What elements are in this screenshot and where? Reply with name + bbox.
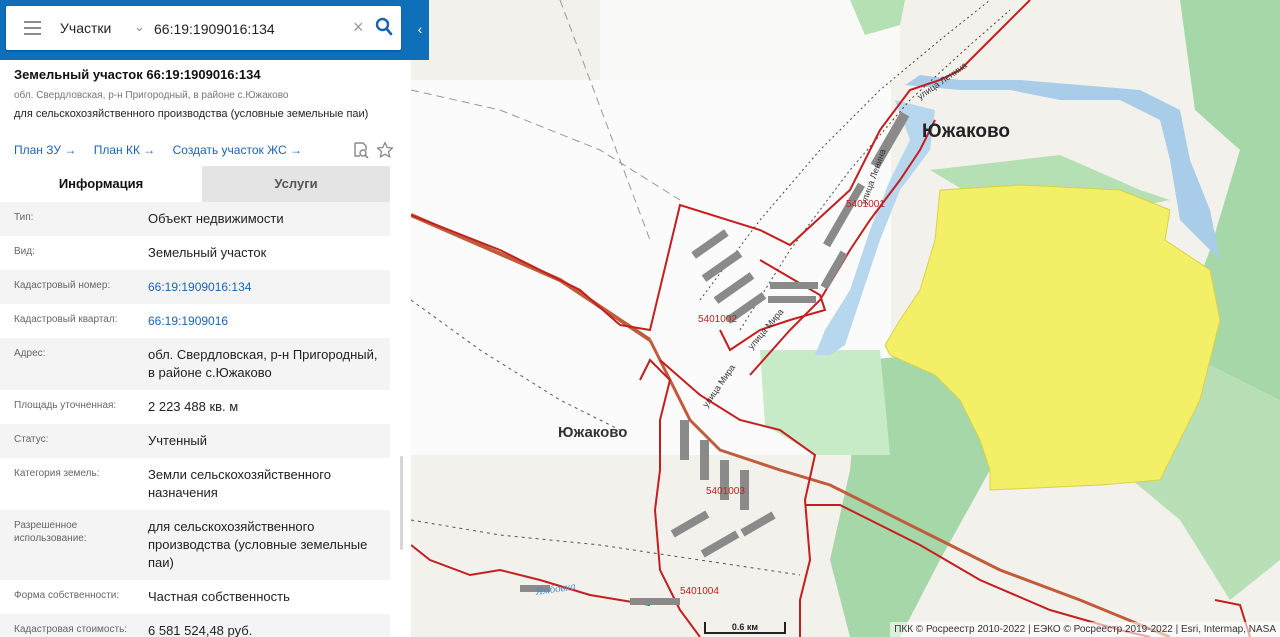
attr-value: Земельный участок — [148, 245, 267, 260]
tabs: Информация Услуги — [0, 166, 390, 202]
village-label: Южаково — [558, 424, 627, 441]
village-label: Южаково — [922, 121, 1010, 142]
document-search-icon[interactable] — [352, 141, 370, 159]
create-parcel-link[interactable]: Создать участок ЖС → — [173, 143, 302, 157]
attr-value: для сельскохозяйственного производства (… — [148, 519, 368, 570]
attr-value: 6 581 524,48 руб. — [148, 623, 253, 637]
attr-label: Адрес: — [14, 348, 46, 359]
attr-label: Тип: — [14, 212, 34, 223]
tab-services[interactable]: Услуги — [202, 166, 390, 202]
parcel-address-subtitle: обл. Свердловская, р-н Пригородный, в ра… — [14, 90, 289, 101]
attr-row-land-category: Категория земель: Земли сельскохозяйстве… — [0, 458, 390, 510]
attr-label: Форма собственности: — [14, 590, 120, 601]
chevron-down-icon[interactable]: ⌄ — [134, 19, 145, 35]
map-credits: ПКК © Росреестр 2010-2022 | ЕЭКО © Росре… — [890, 622, 1280, 637]
star-icon[interactable] — [376, 141, 394, 159]
scrollbar[interactable] — [400, 456, 403, 550]
collapse-panel-icon[interactable]: ‹ — [411, 0, 429, 60]
attr-row-kind: Вид: Земельный участок — [0, 236, 390, 270]
attr-label: Кадастровый номер: — [14, 280, 111, 291]
attr-row-address: Адрес: обл. Свердловская, р-н Пригородны… — [0, 338, 390, 390]
search-input[interactable] — [152, 17, 346, 41]
search-box: Участки ⌄ × — [6, 6, 401, 50]
quarter-label: 5401004 — [680, 586, 719, 597]
scale-label: 0.6 км — [732, 622, 759, 632]
search-icon[interactable] — [375, 17, 393, 37]
attr-row-cadastral-value: Кадастровая стоимость: 6 581 524,48 руб. — [0, 614, 390, 637]
quarter-label: 5401003 — [706, 486, 745, 497]
attr-row-permitted-use: Разрешенное использование: для сельскохо… — [0, 510, 390, 580]
cadastral-number-link[interactable]: 66:19:1909016:134 — [148, 278, 384, 296]
attr-label: Разрешенное использование: — [14, 520, 87, 544]
attr-value: 2 223 488 кв. м — [148, 399, 239, 414]
top-bar: Участки ⌄ × — [0, 0, 411, 60]
attr-value: Земли сельскохозяйственного назначения — [148, 467, 331, 500]
menu-icon[interactable] — [24, 21, 41, 35]
attr-value: Объект недвижимости — [148, 211, 284, 226]
attr-row-cadastral-quarter: Кадастровый квартал: 66:19:1909016 — [0, 304, 390, 338]
attr-label: Статус: — [14, 434, 49, 445]
plan-zu-link[interactable]: План ЗУ → — [14, 143, 76, 157]
quarter-label: 5401001 — [846, 199, 885, 210]
parcel-title: Земельный участок 66:19:1909016:134 — [14, 67, 261, 82]
attr-row-ownership: Форма собственности: Частная собственнос… — [0, 580, 390, 614]
attributes-list: Тип: Объект недвижимости Вид: Земельный … — [0, 202, 390, 637]
quarter-label: 5401002 — [698, 314, 737, 325]
cadastral-quarter-link[interactable]: 66:19:1909016 — [148, 312, 384, 330]
info-panel: Земельный участок 66:19:1909016:134 обл.… — [0, 60, 411, 637]
attr-value: обл. Свердловская, р-н Пригородный, в ра… — [148, 347, 378, 380]
attr-row-area: Площадь уточненная: 2 223 488 кв. м — [0, 390, 390, 424]
attr-row-cadastral-number: Кадастровый номер: 66:19:1909016:134 — [0, 270, 390, 304]
attr-row-status: Статус: Учтенный — [0, 424, 390, 458]
attr-label: Кадастровая стоимость: — [14, 624, 128, 635]
attr-label: Кадастровый квартал: — [14, 314, 118, 325]
action-links: План ЗУ → План КК → Создать участок ЖС → — [14, 143, 316, 157]
search-type-select[interactable]: Участки — [60, 20, 111, 36]
attr-row-type: Тип: Объект недвижимости — [0, 202, 390, 236]
attr-value: Частная собственность — [148, 589, 290, 604]
parcel-purpose: для сельскохозяйственного производства (… — [14, 108, 369, 120]
clear-icon[interactable]: × — [353, 17, 364, 38]
attr-value: Учтенный — [148, 433, 208, 448]
tab-info[interactable]: Информация — [0, 166, 202, 202]
attr-label: Категория земель: — [14, 468, 100, 479]
attr-label: Вид: — [14, 246, 35, 257]
plan-kk-link[interactable]: План КК → — [94, 143, 156, 157]
attr-label: Площадь уточненная: — [14, 400, 117, 411]
